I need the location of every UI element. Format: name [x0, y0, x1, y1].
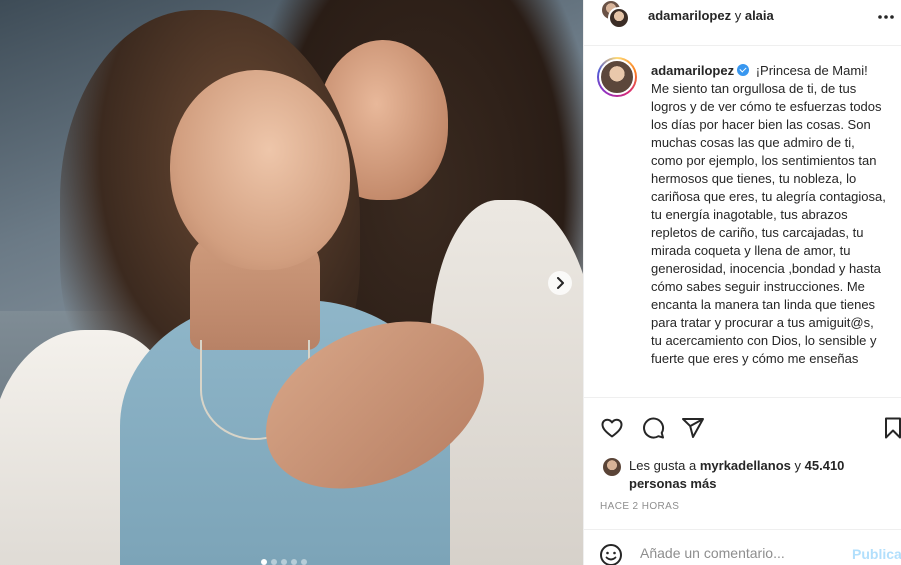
more-options-icon [878, 15, 894, 19]
avatar[interactable] [603, 458, 621, 476]
post-header: adamarilopez y alaia [584, 0, 901, 30]
carousel-dot [261, 559, 267, 565]
post-photo[interactable] [0, 0, 583, 565]
next-photo-button[interactable] [548, 271, 572, 295]
heart-icon[interactable] [600, 416, 624, 440]
verified-badge-icon [737, 64, 750, 76]
bookmark-icon[interactable] [881, 416, 901, 440]
chevron-right-icon [557, 277, 564, 289]
carousel-dot [291, 559, 297, 565]
username-link[interactable]: alaia [745, 8, 774, 23]
connector-text: y [734, 7, 742, 23]
author-avatar[interactable] [597, 57, 637, 97]
carousel-dot [271, 559, 277, 565]
caption-body: ¡Princesa de Mami! Me siento tan orgullo… [651, 63, 886, 366]
likes-text[interactable]: Les gusta a myrkadellanos y 45.410 perso… [629, 457, 889, 493]
post-sidebar: adamarilopez y alaia adamarilopez ¡Princ… [583, 0, 901, 565]
action-bar [584, 397, 901, 455]
post-timestamp[interactable]: HACE 2 HORAS [600, 501, 679, 512]
carousel-dots [261, 559, 307, 565]
emoji-icon[interactable] [599, 543, 623, 565]
share-icon[interactable] [681, 416, 705, 440]
collab-usernames[interactable]: adamarilopez y alaia [648, 8, 774, 23]
avatar [608, 7, 630, 29]
photo-mom-face [170, 70, 350, 270]
comment-bar: Publicar [584, 529, 901, 565]
publish-button[interactable]: Publicar [852, 546, 901, 562]
collab-avatars[interactable] [600, 0, 636, 29]
caption-username[interactable]: adamarilopez [651, 63, 734, 78]
avatar [599, 59, 635, 95]
comment-input[interactable] [640, 543, 836, 563]
comment-icon[interactable] [641, 416, 665, 440]
username-link[interactable]: adamarilopez [648, 8, 731, 23]
more-options-button[interactable] [877, 7, 895, 23]
caption-area: adamarilopez ¡Princesa de Mami! Me sient… [584, 45, 901, 397]
carousel-dot [301, 559, 307, 565]
caption-text: adamarilopez ¡Princesa de Mami! Me sient… [651, 62, 887, 368]
carousel-dot [281, 559, 287, 565]
likes-username[interactable]: myrkadellanos [700, 458, 791, 473]
likes-prefix: Les gusta a [629, 458, 697, 473]
likes-connector: y [794, 458, 802, 473]
